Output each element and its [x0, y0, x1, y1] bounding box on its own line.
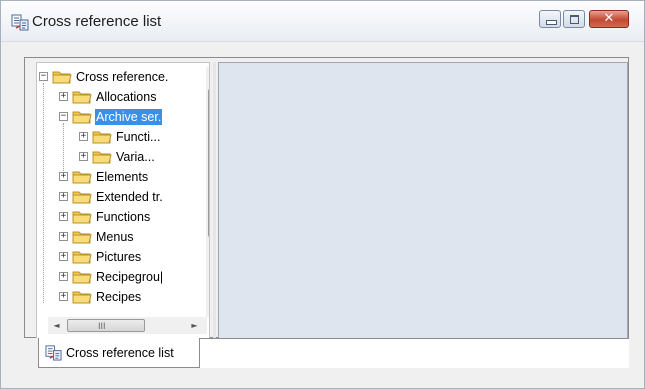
- expand-icon[interactable]: +: [59, 92, 68, 101]
- tree-item[interactable]: + Elements: [37, 167, 205, 187]
- tree-item-label: Extended tr.: [96, 190, 163, 204]
- tab-strip-empty: [200, 338, 629, 368]
- title-bar[interactable]: Cross reference list ✕: [1, 1, 644, 42]
- cross-reference-tree[interactable]: − Cross reference. + Allocations − Archive se…: [36, 62, 210, 341]
- folder-icon: [52, 71, 72, 84]
- tree-vertical-scrollbar[interactable]: ▲ ≡ ▼: [206, 67, 209, 317]
- expand-icon[interactable]: +: [59, 172, 68, 181]
- folder-icon: [72, 291, 92, 304]
- folder-icon: [72, 191, 92, 204]
- cross-reference-icon: [45, 345, 62, 361]
- tab-cross-reference-list[interactable]: Cross reference list: [38, 338, 200, 368]
- tab-bar: Cross reference list: [24, 338, 629, 370]
- details-pane[interactable]: [218, 62, 628, 341]
- tree-item[interactable]: + Functi...: [37, 127, 205, 147]
- tree-item-label: Recipes: [96, 290, 142, 304]
- tree-item-label: Elements: [96, 170, 149, 184]
- tree-item[interactable]: + Functions: [37, 207, 205, 227]
- folder-icon: [92, 131, 112, 144]
- expand-icon[interactable]: +: [79, 132, 88, 141]
- minimize-button[interactable]: [539, 10, 561, 28]
- collapse-icon[interactable]: −: [59, 112, 68, 121]
- expand-icon[interactable]: +: [79, 152, 88, 161]
- folder-icon: [72, 271, 92, 284]
- folder-icon: [72, 211, 92, 224]
- maximize-icon: [564, 11, 584, 27]
- scroll-up-icon[interactable]: ▲: [206, 69, 209, 86]
- tree-item[interactable]: + Menus: [37, 227, 205, 247]
- tree-item-label: Recipegrou|: [96, 270, 164, 284]
- tree-item[interactable]: + Recipes: [37, 287, 205, 307]
- tree-item[interactable]: + Recipegrou|: [37, 267, 205, 287]
- tree-item-label: Varia...: [116, 150, 155, 164]
- tree-item-label: Functi...: [116, 130, 161, 144]
- tree-item-label: Allocations: [96, 90, 157, 104]
- pane-splitter[interactable]: [213, 62, 216, 341]
- tree-horizontal-scrollbar[interactable]: ◄ III ►: [48, 317, 207, 334]
- collapse-icon[interactable]: −: [39, 72, 48, 81]
- content-area: − Cross reference. + Allocations − Archive se…: [24, 57, 629, 341]
- grip-icon: III: [98, 321, 106, 331]
- tree-item-label: Cross reference.: [76, 70, 169, 84]
- expand-icon[interactable]: +: [59, 292, 68, 301]
- expand-icon[interactable]: +: [59, 272, 68, 281]
- folder-icon: [72, 231, 92, 244]
- close-button[interactable]: ✕: [589, 10, 629, 28]
- tree-item[interactable]: + Pictures: [37, 247, 205, 267]
- tree-item-label: Functions: [96, 210, 151, 224]
- expand-icon[interactable]: +: [59, 192, 68, 201]
- minimize-icon: [540, 11, 560, 27]
- scroll-left-icon[interactable]: ◄: [48, 317, 65, 334]
- tree-item-label: Pictures: [96, 250, 142, 264]
- vertical-scroll-thumb[interactable]: ≡: [208, 89, 209, 237]
- folder-icon: [72, 171, 92, 184]
- tree-item-label: Archive ser.: [95, 109, 163, 125]
- folder-icon: [72, 91, 92, 104]
- folder-icon: [92, 151, 112, 164]
- close-icon: ✕: [603, 11, 615, 26]
- expand-icon[interactable]: +: [59, 232, 68, 241]
- tree-item[interactable]: + Varia...: [37, 147, 205, 167]
- expand-icon[interactable]: +: [59, 212, 68, 221]
- scroll-right-icon[interactable]: ►: [186, 317, 203, 334]
- folder-icon: [72, 111, 92, 124]
- tab-label: Cross reference list: [66, 346, 174, 360]
- window-title: Cross reference list: [32, 13, 162, 30]
- tree-item[interactable]: − Cross reference.: [37, 67, 205, 87]
- folder-icon: [72, 251, 92, 264]
- main-window: Cross reference list ✕ − Cross reference.…: [0, 0, 645, 389]
- tree-item[interactable]: − Archive ser.: [37, 107, 205, 127]
- expand-icon[interactable]: +: [59, 252, 68, 261]
- tree-item[interactable]: + Allocations: [37, 87, 205, 107]
- scroll-down-icon[interactable]: ▼: [206, 296, 209, 313]
- cross-reference-icon: [11, 14, 29, 31]
- maximize-button[interactable]: [563, 10, 585, 28]
- tree-item-label: Menus: [96, 230, 134, 244]
- horizontal-scroll-thumb[interactable]: III: [67, 319, 145, 332]
- tree-item[interactable]: + Extended tr.: [37, 187, 205, 207]
